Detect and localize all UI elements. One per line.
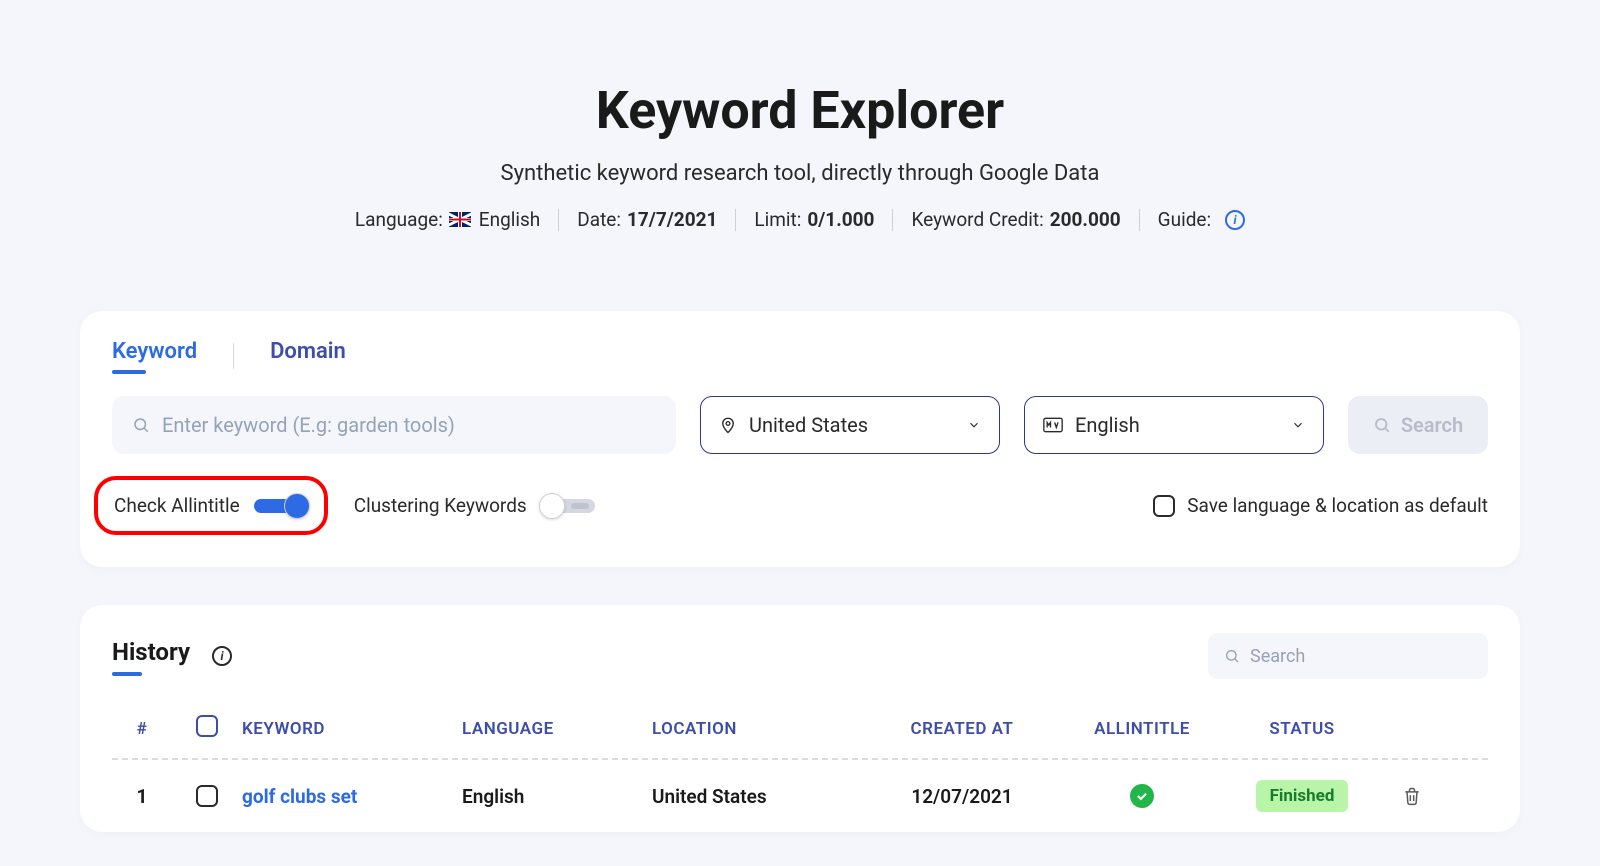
info-icon[interactable]: i bbox=[1225, 210, 1245, 230]
info-language-label: Language: bbox=[355, 208, 443, 231]
tab-domain[interactable]: Domain bbox=[270, 339, 346, 372]
country-value: United States bbox=[749, 413, 868, 437]
status-badge: Finished bbox=[1256, 780, 1349, 812]
table-header: # KEYWORD LANGUAGE LOCATION CREATED AT A… bbox=[112, 705, 1488, 760]
info-icon[interactable]: i bbox=[212, 646, 232, 666]
language-value: English bbox=[1075, 413, 1140, 437]
tab-keyword[interactable]: Keyword bbox=[112, 339, 197, 372]
search-icon bbox=[1224, 648, 1240, 664]
check-circle-icon bbox=[1130, 784, 1154, 808]
search-icon bbox=[132, 416, 150, 434]
history-card: History i Search # KEYWORD LANGUAGE LOCA… bbox=[80, 605, 1520, 832]
row-location: United States bbox=[652, 785, 862, 808]
search-card: Keyword Domain Enter keyword (E.g: garde… bbox=[80, 311, 1520, 567]
info-credit-label: Keyword Credit: bbox=[911, 208, 1043, 231]
col-location[interactable]: LOCATION bbox=[652, 719, 862, 739]
check-allintitle-label: Check Allintitle bbox=[114, 494, 240, 517]
col-idx: # bbox=[112, 719, 172, 739]
clustering-label: Clustering Keywords bbox=[354, 494, 527, 517]
info-guide-label: Guide: bbox=[1158, 208, 1211, 231]
language-icon bbox=[1043, 417, 1063, 433]
table-row: 1 golf clubs set English United States 1… bbox=[112, 760, 1488, 832]
info-date-value: 17/7/2021 bbox=[627, 208, 717, 231]
save-default-label: Save language & location as default bbox=[1187, 494, 1488, 517]
history-title: History bbox=[112, 638, 190, 674]
language-select[interactable]: English bbox=[1024, 396, 1324, 454]
col-allintitle[interactable]: ALLINTITLE bbox=[1062, 719, 1222, 739]
history-search-input[interactable]: Search bbox=[1208, 633, 1488, 679]
save-default-checkbox[interactable] bbox=[1153, 495, 1175, 517]
row-created: 12/07/2021 bbox=[862, 785, 1062, 808]
col-keyword[interactable]: KEYWORD bbox=[242, 719, 462, 739]
clustering-toggle[interactable] bbox=[541, 499, 595, 513]
page-subtitle: Synthetic keyword research tool, directl… bbox=[80, 161, 1520, 186]
chevron-down-icon bbox=[1291, 418, 1305, 432]
uk-flag-icon bbox=[449, 212, 471, 227]
col-language[interactable]: LANGUAGE bbox=[462, 719, 652, 739]
row-checkbox[interactable] bbox=[196, 785, 218, 807]
col-created[interactable]: CREATED AT bbox=[862, 719, 1062, 739]
keyword-input[interactable]: Enter keyword (E.g: garden tools) bbox=[112, 396, 676, 454]
row-idx: 1 bbox=[112, 785, 172, 808]
location-pin-icon bbox=[719, 415, 737, 435]
row-keyword[interactable]: golf clubs set bbox=[242, 785, 462, 808]
check-allintitle-toggle[interactable] bbox=[254, 499, 308, 513]
info-date-label: Date: bbox=[577, 208, 621, 231]
country-select[interactable]: United States bbox=[700, 396, 1000, 454]
info-credit-value: 200.000 bbox=[1050, 208, 1121, 231]
search-button[interactable]: Search bbox=[1348, 396, 1488, 454]
chevron-down-icon bbox=[967, 418, 981, 432]
info-bar: Language: English Date: 17/7/2021 Limit:… bbox=[355, 208, 1245, 231]
search-button-label: Search bbox=[1401, 413, 1463, 437]
select-all-checkbox[interactable] bbox=[196, 715, 218, 737]
info-language-value: English bbox=[479, 208, 540, 231]
row-language: English bbox=[462, 785, 652, 808]
search-icon bbox=[1373, 416, 1391, 434]
history-search-placeholder: Search bbox=[1250, 646, 1305, 667]
info-limit-value: 0/1.000 bbox=[807, 208, 874, 231]
check-allintitle-highlight: Check Allintitle bbox=[94, 476, 328, 535]
trash-icon[interactable] bbox=[1402, 785, 1422, 807]
col-status[interactable]: STATUS bbox=[1222, 719, 1382, 739]
keyword-placeholder: Enter keyword (E.g: garden tools) bbox=[162, 413, 455, 437]
page-title: Keyword Explorer bbox=[80, 80, 1520, 141]
info-limit-label: Limit: bbox=[754, 208, 801, 231]
